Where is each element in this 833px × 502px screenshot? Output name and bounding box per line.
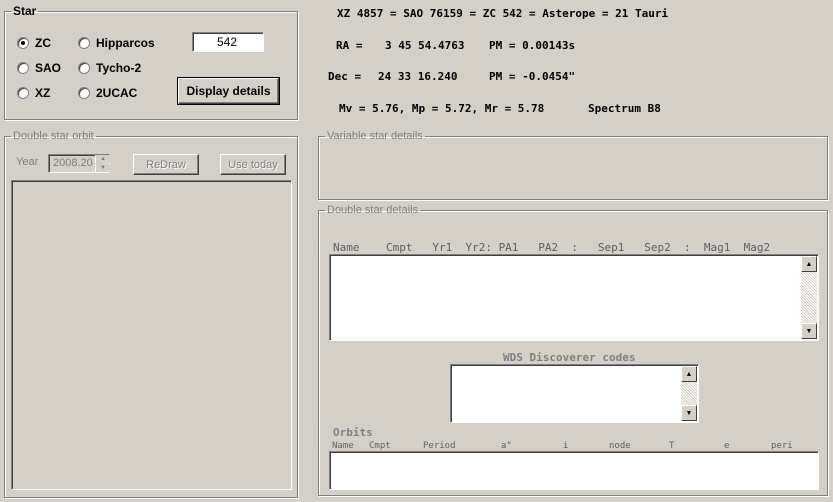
orbit-group-legend: Double star orbit — [13, 130, 94, 142]
wds-codes-list[interactable]: ▲ ▼ — [450, 364, 699, 423]
star-group-legend: Star — [13, 4, 37, 18]
orbits-col-e: e — [724, 441, 730, 451]
orbits-col-t: T — [669, 441, 675, 451]
radio-tycho2[interactable]: Tycho-2 — [78, 61, 141, 75]
orbits-col-a: a" — [501, 441, 512, 451]
radio-dot-icon — [78, 62, 90, 74]
ra-proper-motion: PM = 0.00143s — [489, 39, 576, 52]
radio-hipparcos[interactable]: Hipparcos — [78, 36, 155, 50]
magnitudes: Mv = 5.76, Mp = 5.72, Mr = 5.78 — [339, 102, 545, 115]
radio-dot-icon — [78, 87, 90, 99]
radio-zc[interactable]: ZC — [17, 36, 51, 50]
orbits-col-node: node — [609, 441, 631, 451]
double-columns-header: Name Cmpt Yr1 Yr2: PA1 PA2 : Sep1 Sep2 :… — [333, 241, 771, 254]
spectrum: Spectrum B8 — [588, 102, 661, 115]
redraw-button[interactable]: ReDraw — [133, 154, 199, 175]
orbits-col-cmpt: Cmpt — [369, 441, 391, 451]
ra-value: 3 45 54.4763 — [385, 39, 465, 52]
star-identifiers: XZ 4857 = SAO 76159 = ZC 542 = Asterope … — [337, 7, 669, 20]
star-number-input[interactable]: 542 — [192, 32, 264, 52]
radio-xz[interactable]: XZ — [17, 86, 50, 100]
dec-label: Dec = — [328, 70, 362, 83]
orbits-col-peri: peri — [771, 441, 793, 451]
display-details-button[interactable]: Display details — [177, 77, 280, 105]
dec-proper-motion: PM = -0.0454" — [489, 70, 576, 83]
year-label: Year — [16, 156, 39, 168]
orbit-plot-area — [11, 180, 292, 490]
double-list-scrollbar[interactable]: ▲ ▼ — [801, 256, 817, 339]
year-spin-down-icon[interactable]: ▼ — [95, 164, 110, 172]
orbits-col-period: Period — [423, 441, 456, 451]
radio-dot-icon — [78, 37, 90, 49]
wds-label: WDS Discoverer codes — [503, 351, 636, 364]
year-spin-up-icon[interactable]: ▲ — [95, 155, 110, 163]
variable-group-legend: Variable star details — [327, 130, 423, 142]
radio-dot-icon — [17, 37, 29, 49]
radio-dot-icon — [17, 87, 29, 99]
radio-sao[interactable]: SAO — [17, 61, 61, 75]
up-arrow-icon[interactable]: ▲ — [681, 366, 697, 382]
orbits-label: Orbits — [333, 426, 373, 439]
variable-star-group: Variable star details — [318, 130, 828, 200]
radio-dot-icon — [17, 62, 29, 74]
radio-2ucac[interactable]: 2UCAC — [78, 86, 137, 100]
down-arrow-icon[interactable]: ▼ — [681, 405, 697, 421]
ra-label: RA = — [336, 39, 363, 52]
orbits-col-i: i — [563, 441, 569, 451]
up-arrow-icon[interactable]: ▲ — [801, 256, 817, 272]
down-arrow-icon[interactable]: ▼ — [801, 323, 817, 339]
double-group-legend: Double star details — [327, 204, 419, 216]
orbits-col-name: Name — [332, 441, 354, 451]
dec-value: 24 33 16.240 — [378, 70, 458, 83]
wds-list-scrollbar[interactable]: ▲ ▼ — [681, 366, 697, 421]
use-today-button[interactable]: Use today — [220, 154, 286, 175]
orbits-list[interactable] — [329, 451, 819, 490]
double-details-list[interactable]: ▲ ▼ — [329, 254, 819, 341]
